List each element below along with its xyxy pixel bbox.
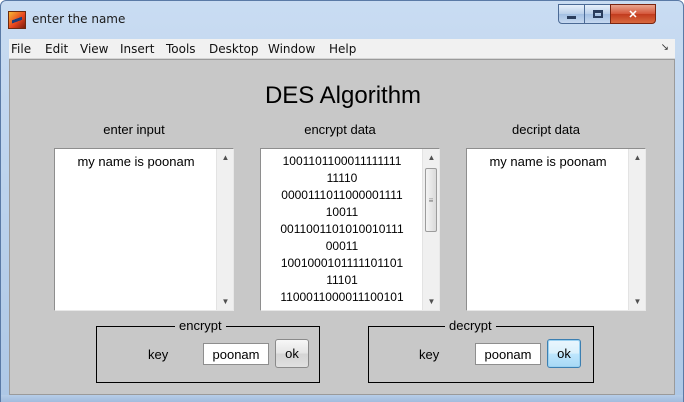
page-title: DES Algorithm (264, 82, 422, 109)
encrypt-listbox[interactable]: 1001101100011111111 11110 00001110110000… (260, 148, 440, 311)
input-scrollbar[interactable]: ▲ ▼ (216, 149, 233, 310)
decrypt-group: decrypt key poonam ok (368, 318, 594, 383)
toolbar-dock-arrow-icon[interactable]: ↘ (661, 42, 669, 53)
decrypt-key-label: key (419, 347, 440, 362)
maximize-icon (592, 10, 603, 18)
menu-view[interactable]: View (80, 42, 108, 56)
matlab-app-icon (8, 11, 26, 29)
encrypt-key-label: key (148, 347, 169, 362)
maximize-button[interactable] (584, 4, 611, 24)
minimize-button[interactable] (558, 4, 585, 24)
close-button[interactable]: ✕ (610, 4, 656, 24)
encrypt-key-input[interactable]: poonam (203, 343, 269, 365)
input-label: enter input (103, 122, 165, 137)
scroll-thumb[interactable]: ≡ (425, 168, 437, 232)
encrypt-text: 1001101100011111111 11110 00001110110000… (280, 154, 404, 304)
decrypt-text: my name is poonam (489, 154, 607, 169)
decrypt-group-label: decrypt (445, 318, 496, 333)
menu-tools[interactable]: Tools (166, 42, 196, 56)
encrypt-label: encrypt data (304, 122, 376, 137)
input-listbox[interactable]: my name is poonam ▲ ▼ (54, 148, 234, 311)
window-title: enter the name (32, 12, 126, 26)
menu-file[interactable]: File (11, 42, 31, 56)
menu-edit[interactable]: Edit (45, 42, 68, 56)
menu-help[interactable]: Help (329, 42, 356, 56)
menu-window[interactable]: Window (268, 42, 315, 56)
matlab-figure-window: enter the name ✕ File Edit View Insert T… (0, 0, 684, 402)
decrypt-label: decript data (512, 122, 580, 137)
encrypt-group: encrypt key poonam ok (96, 318, 320, 383)
figure-client-area: DES Algorithm enter input my name is poo… (9, 59, 675, 395)
decrypt-ok-button[interactable]: ok (547, 339, 581, 368)
decrypt-key-input[interactable]: poonam (475, 343, 541, 365)
scroll-down-icon[interactable]: ▼ (217, 293, 234, 310)
window-bottom-border (1, 395, 683, 402)
minimize-icon (567, 15, 576, 19)
menu-bar: File Edit View Insert Tools Desktop Wind… (9, 39, 675, 59)
input-text: my name is poonam (77, 154, 195, 169)
encrypt-ok-button[interactable]: ok (275, 339, 309, 368)
menu-desktop[interactable]: Desktop (209, 42, 259, 56)
title-bar[interactable]: enter the name ✕ (1, 1, 683, 39)
scroll-down-icon[interactable]: ▼ (423, 293, 439, 310)
scroll-up-icon[interactable]: ▲ (629, 149, 646, 166)
decrypt-scrollbar[interactable]: ▲ ▼ (628, 149, 645, 310)
encrypt-group-label: encrypt (175, 318, 226, 333)
scroll-down-icon[interactable]: ▼ (629, 293, 646, 310)
menu-insert[interactable]: Insert (120, 42, 154, 56)
close-icon: ✕ (628, 8, 638, 21)
scroll-up-icon[interactable]: ▲ (423, 149, 439, 166)
decrypt-listbox[interactable]: my name is poonam ▲ ▼ (466, 148, 646, 311)
scroll-up-icon[interactable]: ▲ (217, 149, 234, 166)
encrypt-scrollbar[interactable]: ▲ ≡ ▼ (422, 149, 439, 310)
